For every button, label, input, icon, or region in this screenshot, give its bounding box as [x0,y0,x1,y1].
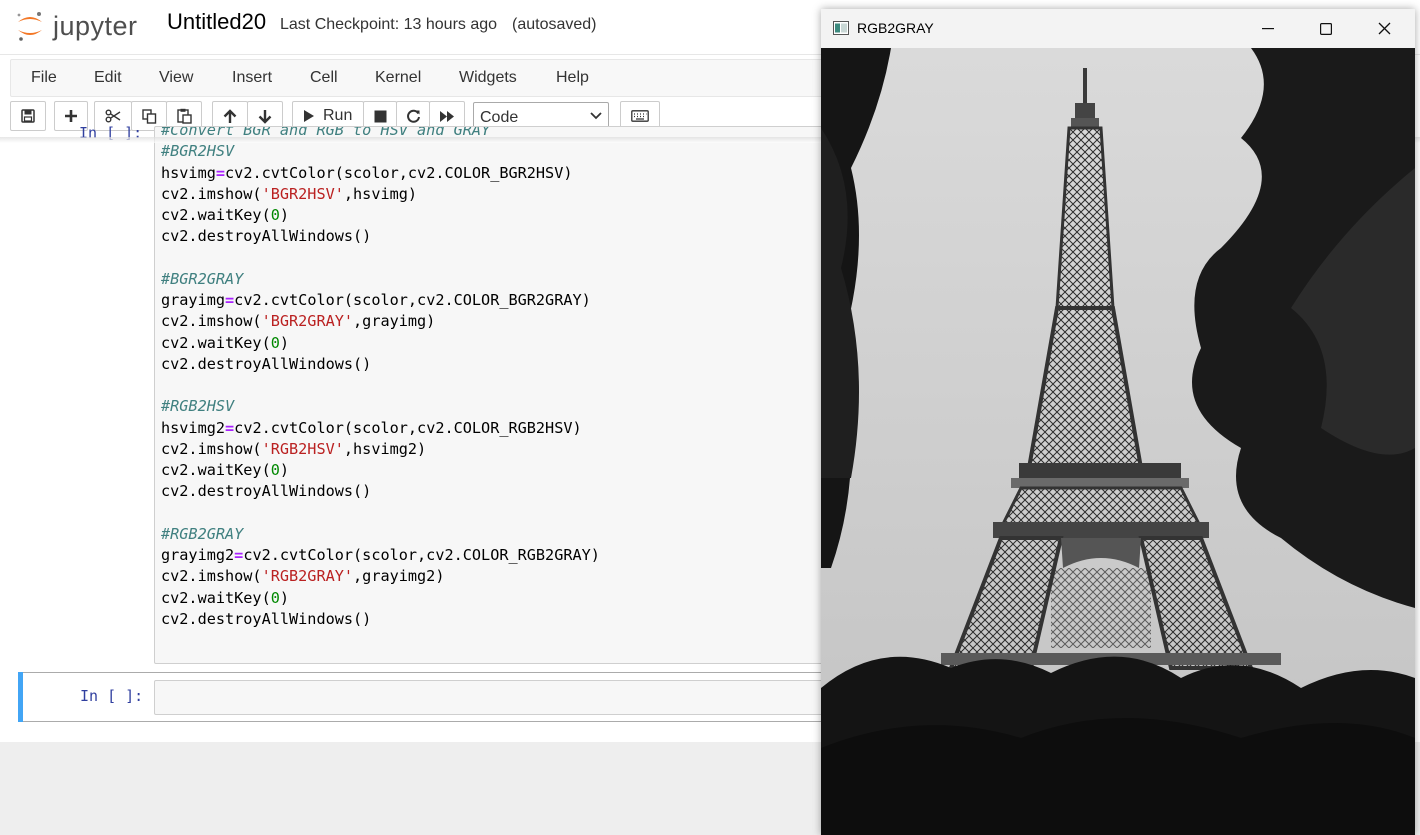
opencv-image-window[interactable]: RGB2GRAY [821,9,1415,835]
fast-forward-icon [440,110,454,122]
jupyter-logo-icon [15,9,45,43]
plus-icon [65,110,77,122]
close-button[interactable] [1355,9,1413,48]
maximize-icon [1320,22,1332,35]
menu-widgets[interactable]: Widgets [459,69,517,87]
restart-icon [406,109,420,123]
menu-help[interactable]: Help [556,69,589,87]
menu-file[interactable]: File [31,69,57,87]
menu-insert[interactable]: Insert [232,69,272,87]
save-icon [21,109,35,123]
notebook-title[interactable]: Untitled20 [167,9,266,35]
cell-type-value: Code [480,109,519,126]
jupyter-logo[interactable]: jupyter [15,6,138,46]
play-icon [304,110,314,122]
paste-icon [176,108,192,124]
menu-edit[interactable]: Edit [94,69,122,87]
checkpoint-status: Last Checkpoint: 13 hours ago [280,16,498,33]
logo-text: jupyter [53,10,138,41]
close-icon [1378,22,1390,35]
code-editor[interactable]: #Convert BGR and RGB to HSV and GRAY #BG… [161,127,600,630]
arrow-up-icon [223,108,237,123]
cell-prompt: In [ ]: [80,687,144,705]
grayscale-eiffel-tower-image [821,48,1415,835]
cut-icon [105,109,121,123]
menu-view[interactable]: View [159,69,193,87]
arrow-down-icon [258,109,272,124]
chevron-down-icon [590,112,602,120]
autosave-status: (autosaved) [512,16,597,33]
save-button[interactable] [10,101,46,131]
run-label: Run [323,107,353,124]
empty-code-input[interactable] [154,680,844,715]
code-cell-input[interactable]: #Convert BGR and RGB to HSV and GRAY #BG… [154,126,834,664]
menu-cell[interactable]: Cell [310,69,338,87]
minimize-button[interactable] [1239,9,1297,48]
selected-code-cell[interactable]: In [ ]: [18,672,844,722]
maximize-button[interactable] [1297,9,1355,48]
window-titlebar[interactable]: RGB2GRAY [821,9,1415,48]
window-title: RGB2GRAY [857,20,934,36]
stop-icon [374,110,386,122]
copy-icon [141,108,156,124]
minimize-icon [1262,27,1274,29]
menu-kernel[interactable]: Kernel [375,69,421,87]
app-window-icon [833,21,849,35]
keyboard-icon [631,110,649,122]
